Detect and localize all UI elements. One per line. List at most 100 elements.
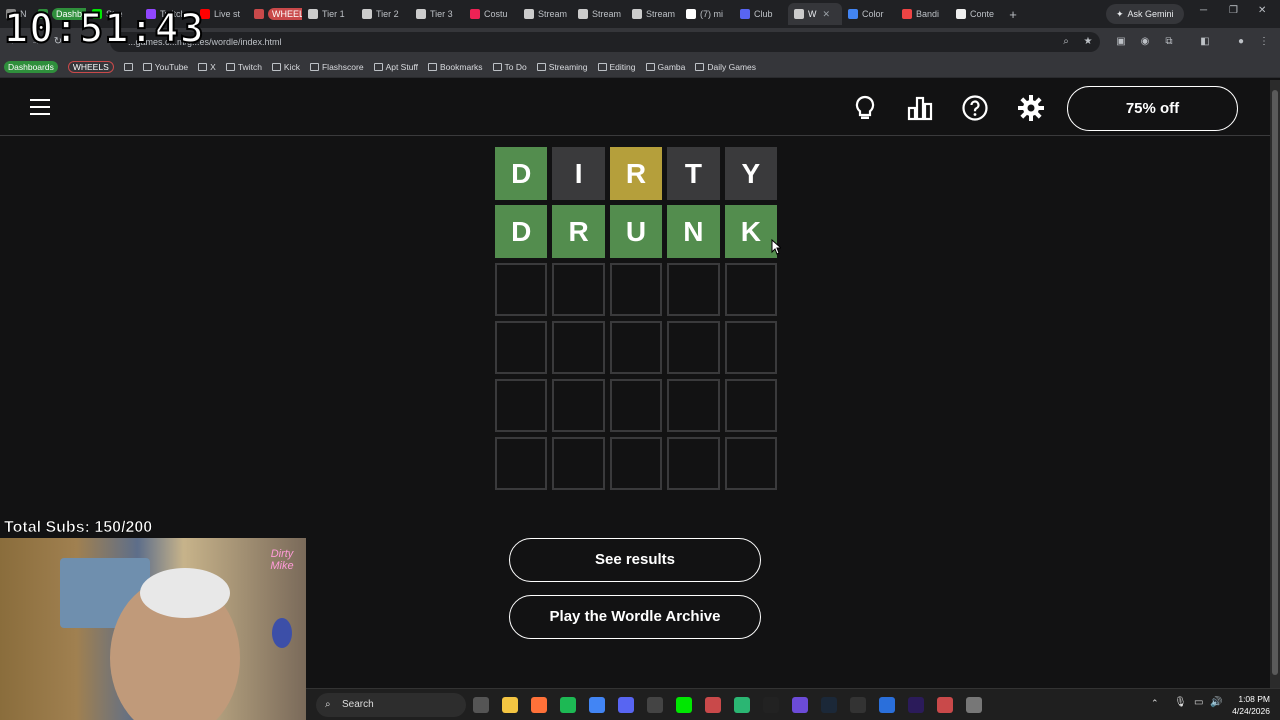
url-input[interactable]: ...games.c...m/g...es/wordle/index.html: [110, 32, 1100, 52]
browser-tab[interactable]: Stream: [626, 3, 680, 25]
bookmark-item[interactable]: Twitch: [225, 61, 262, 72]
browser-tab[interactable]: Stream: [572, 3, 626, 25]
browser-tab[interactable]: Color: [842, 3, 896, 25]
app-icon[interactable]: [937, 697, 953, 713]
tab-label: (7) mi: [700, 9, 723, 19]
bookmark-item[interactable]: Daily Games: [695, 62, 756, 72]
browser-tab[interactable]: Club: [734, 3, 788, 25]
discord-icon[interactable]: [618, 697, 634, 713]
tab-label: Costu: [484, 9, 508, 19]
apps-grid-icon: [123, 62, 133, 71]
bookmark-item[interactable]: Kick: [271, 62, 300, 72]
bulb-icon[interactable]: [851, 94, 879, 122]
app-icon[interactable]: [792, 697, 808, 713]
bookmark-item[interactable]: Editing: [597, 62, 636, 72]
minimize-icon[interactable]: ─: [1200, 5, 1207, 16]
bookmark-item[interactable]: [123, 62, 133, 71]
tab-label: W: [808, 9, 817, 19]
tab-favicon-icon: [956, 9, 966, 19]
tab-label: Tier 3: [430, 9, 453, 19]
bookmark-label: Twitch: [237, 61, 262, 72]
bookmark-item[interactable]: WHEELS: [67, 60, 114, 73]
extension-icon[interactable]: ▣: [1115, 36, 1127, 48]
browser-tab[interactable]: Stream: [518, 3, 572, 25]
page-scrollbar[interactable]: [1270, 80, 1280, 688]
bookmark-item[interactable]: Bookmarks: [428, 62, 483, 72]
settings-icon[interactable]: [1017, 94, 1045, 122]
app-icon[interactable]: [705, 697, 721, 713]
bookmark-item[interactable]: Apt Stuff: [373, 62, 418, 72]
browser-tab[interactable]: Bandi: [896, 3, 950, 25]
tab-label: Club: [754, 9, 773, 19]
board-tile: [609, 437, 663, 490]
help-icon[interactable]: [961, 94, 989, 122]
bookmark-item[interactable]: Streaming: [536, 61, 588, 72]
bookmark-item[interactable]: Gamba: [645, 61, 686, 72]
bookmark-item[interactable]: Flashscore: [309, 62, 364, 72]
volume-icon[interactable]: 🔊: [1210, 697, 1222, 708]
browser-tab[interactable]: Tier 2: [356, 3, 410, 25]
promo-button[interactable]: 75% off: [1067, 86, 1238, 131]
capcut-icon[interactable]: [763, 697, 779, 713]
bookmark-item[interactable]: YouTube: [142, 62, 188, 72]
obs-icon[interactable]: [647, 697, 663, 713]
epic-icon[interactable]: [850, 697, 866, 713]
extensions-puzzle-icon[interactable]: ⧉: [1163, 36, 1175, 48]
settings-app-icon[interactable]: [966, 697, 982, 713]
bookmark-item[interactable]: X: [198, 62, 216, 72]
bookmark-item[interactable]: Dashboards: [4, 60, 58, 73]
file-explorer-icon[interactable]: [502, 697, 518, 713]
youtube-icon: [142, 62, 152, 71]
taskbar-search-label: Search: [342, 699, 374, 710]
tab-close-icon[interactable]: ✕: [823, 9, 831, 20]
menu-icon[interactable]: [30, 99, 50, 115]
game-board: DIRTYDRUNK: [495, 147, 778, 495]
wordle-archive-button[interactable]: Play the Wordle Archive: [509, 595, 761, 639]
taskbar-clock[interactable]: 1:08 PM 4/24/2026: [1232, 693, 1270, 717]
see-results-button[interactable]: See results: [509, 538, 761, 582]
menu-kebab-icon[interactable]: ⋮: [1258, 36, 1270, 48]
board-tile: U: [609, 205, 663, 258]
zoom-icon[interactable]: ⌕: [1060, 36, 1072, 48]
app-icon[interactable]: [879, 697, 895, 713]
browser-tab[interactable]: Conte: [950, 3, 1004, 25]
board-tile: [495, 437, 548, 490]
ask-gemini-button[interactable]: ✦ Ask Gemini: [1106, 4, 1184, 24]
sidepanel-icon[interactable]: ◧: [1199, 36, 1211, 48]
restore-icon[interactable]: ❐: [1229, 5, 1238, 16]
browser-tab[interactable]: (7) mi: [680, 3, 734, 25]
bookmark-label: Gamba: [657, 61, 686, 72]
steam-icon[interactable]: [821, 697, 837, 713]
bookmark-star-icon[interactable]: ★: [1082, 36, 1094, 48]
app-icon[interactable]: [734, 697, 750, 713]
browser-tab[interactable]: W ✕: [788, 3, 842, 25]
extension-icon-2[interactable]: ◉: [1139, 36, 1151, 48]
folder-icon: [597, 62, 607, 71]
firefox-icon[interactable]: [531, 697, 547, 713]
taskbar-search[interactable]: ⌕ Search: [316, 693, 466, 717]
browser-tab[interactable]: WHEELS: [248, 3, 302, 25]
tray-chevron-icon[interactable]: ⌃: [1151, 698, 1159, 709]
scrollbar-thumb[interactable]: [1272, 90, 1278, 675]
browser-tab[interactable]: Tier 3: [410, 3, 464, 25]
spotify-icon[interactable]: [560, 697, 576, 713]
board-tile: [724, 263, 778, 316]
bookmark-label: Streaming: [548, 61, 588, 72]
profile-avatar[interactable]: ●: [1235, 36, 1247, 48]
microphone-icon[interactable]: 🎙: [1174, 697, 1187, 708]
task-view-icon[interactable]: [473, 697, 489, 713]
kick-icon[interactable]: [676, 697, 692, 713]
chrome-icon[interactable]: [589, 697, 605, 713]
network-icon[interactable]: ▭: [1194, 697, 1203, 708]
new-tab-icon[interactable]: +: [1004, 7, 1022, 22]
folder-icon: [373, 62, 383, 71]
board-tile: [552, 263, 605, 316]
browser-tab[interactable]: Costu: [464, 3, 518, 25]
stats-icon[interactable]: [906, 94, 934, 122]
tab-favicon-icon: [416, 9, 426, 19]
bookmark-item[interactable]: To Do: [492, 62, 527, 72]
close-window-icon[interactable]: ✕: [1258, 5, 1266, 16]
browser-tab[interactable]: Tier 1: [302, 3, 356, 25]
tab-label: Tier 2: [376, 9, 399, 19]
premiere-icon[interactable]: [908, 697, 924, 713]
